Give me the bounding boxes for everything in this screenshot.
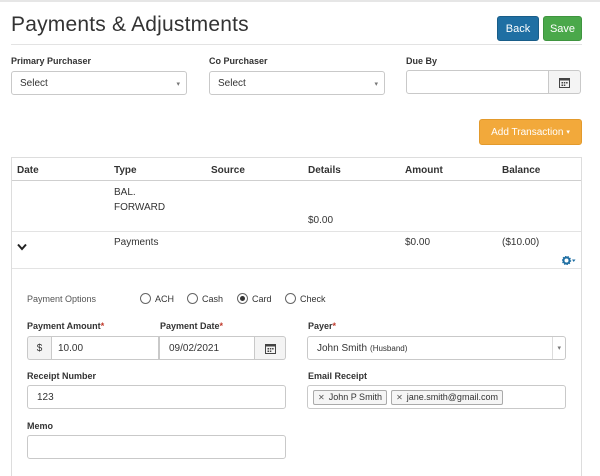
radio-circle: [140, 293, 151, 304]
remove-tag-icon[interactable]: ✕: [396, 393, 403, 402]
transactions-table: [11, 157, 582, 476]
bal-forward-type-line2: FORWARD: [114, 202, 166, 213]
payment-option-card[interactable]: Card: [237, 293, 272, 304]
column-header-amount: Amount: [405, 165, 443, 176]
co-purchaser-label: Co Purchaser: [209, 56, 268, 66]
due-by-label: Due By: [406, 56, 438, 66]
payments-row-balance: ($10.00): [502, 237, 540, 248]
page-title: Payments & Adjustments: [11, 13, 249, 36]
row-divider: [12, 231, 581, 232]
co-purchaser-value: Select: [218, 77, 246, 89]
email-tag-label: jane.smith@gmail.com: [406, 392, 498, 402]
memo-input[interactable]: [27, 435, 286, 459]
memo-label: Memo: [27, 421, 54, 431]
column-header-date: Date: [17, 165, 39, 176]
chevron-down-icon: ▾: [374, 81, 378, 88]
bal-forward-type-line1: BAL.: [114, 187, 136, 198]
payment-option-cash-label: Cash: [202, 293, 224, 304]
calendar-icon: [264, 343, 276, 354]
collapse-chevron-button[interactable]: [17, 238, 27, 256]
add-transaction-label: Add Transaction: [491, 126, 564, 138]
header-divider: [11, 44, 582, 45]
gear-icon: [561, 255, 576, 266]
chevron-down-icon: [17, 243, 27, 251]
payment-date-value: 09/02/2021: [169, 342, 220, 354]
payer-relation: (Husband): [370, 343, 408, 353]
payment-date-calendar-button[interactable]: [255, 336, 286, 360]
payer-label: Payer*: [308, 321, 336, 331]
column-header-source: Source: [211, 165, 245, 176]
email-tag-label: John P Smith: [328, 392, 383, 402]
column-header-balance: Balance: [502, 165, 541, 176]
payer-label-text: Payer: [308, 321, 333, 331]
payment-option-ach[interactable]: ACH: [140, 293, 174, 304]
required-mark: *: [332, 321, 337, 331]
caret-down-icon: ▾: [566, 129, 570, 136]
payment-option-card-label: Card: [252, 293, 272, 304]
payment-date-label-text: Payment Date: [160, 321, 220, 331]
payment-amount-value: 10.00: [58, 342, 84, 354]
radio-circle: [187, 293, 198, 304]
payment-option-ach-label: ACH: [155, 293, 175, 304]
email-receipt-input[interactable]: ✕ John P Smith ✕ jane.smith@gmail.com: [307, 385, 566, 409]
select-divider: [552, 337, 553, 359]
receipt-number-value: 123: [37, 391, 54, 403]
column-header-type: Type: [114, 165, 137, 176]
co-purchaser-select[interactable]: Select ▾: [209, 71, 385, 95]
remove-tag-icon[interactable]: ✕: [318, 393, 325, 402]
primary-purchaser-select[interactable]: Select ▾: [11, 71, 187, 95]
required-mark: *: [219, 321, 224, 331]
receipt-number-label: Receipt Number: [27, 371, 97, 381]
row-divider: [12, 268, 581, 269]
chevron-down-icon: ▾: [176, 81, 180, 88]
payment-option-cash[interactable]: Cash: [187, 293, 223, 304]
back-button[interactable]: Back: [497, 16, 539, 41]
payer-name: John Smith: [317, 342, 368, 354]
chevron-down-icon: ▾: [557, 345, 561, 352]
payment-amount-label: Payment Amount*: [27, 321, 104, 331]
radio-dot: [240, 296, 245, 301]
payment-amount-input[interactable]: 10.00: [51, 336, 159, 360]
payment-date-label: Payment Date*: [160, 321, 223, 331]
save-button[interactable]: Save: [543, 16, 582, 41]
column-header-details: Details: [308, 165, 341, 176]
due-by-calendar-button[interactable]: [549, 70, 581, 94]
payment-option-check-label: Check: [300, 293, 326, 304]
payer-select[interactable]: John Smith (Husband) ▾: [307, 336, 566, 360]
top-border: [0, 0, 600, 2]
receipt-number-input[interactable]: 123: [27, 385, 286, 409]
calendar-icon: [559, 77, 570, 88]
bal-forward-details: $0.00: [308, 215, 334, 226]
payment-options-label: Payment Options: [27, 294, 97, 304]
payment-option-check[interactable]: Check: [285, 293, 326, 304]
required-mark: *: [100, 321, 105, 331]
email-tag[interactable]: ✕ jane.smith@gmail.com: [391, 389, 503, 405]
primary-purchaser-value: Select: [20, 77, 48, 89]
currency-addon: $: [27, 336, 51, 360]
primary-purchaser-label: Primary Purchaser: [11, 56, 92, 66]
email-tag[interactable]: ✕ John P Smith: [313, 389, 388, 405]
add-transaction-button[interactable]: Add Transaction ▾: [479, 119, 582, 145]
radio-circle-selected: [237, 293, 248, 304]
radio-circle: [285, 293, 296, 304]
payments-row-amount: $0.00: [405, 237, 431, 248]
due-by-input[interactable]: [406, 70, 549, 94]
payments-row-type: Payments: [114, 237, 159, 248]
payment-amount-label-text: Payment Amount: [27, 321, 101, 331]
email-receipt-label: Email Receipt: [308, 371, 368, 381]
payment-date-input[interactable]: 09/02/2021: [159, 336, 255, 360]
header-divider-line: [12, 180, 581, 181]
